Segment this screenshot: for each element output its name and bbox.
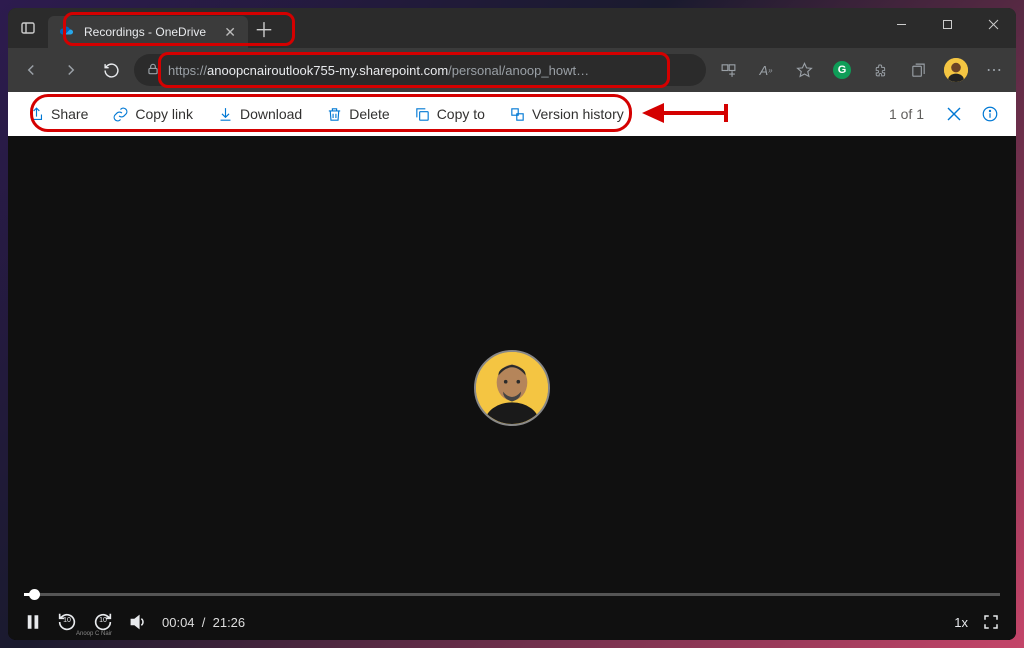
pause-button[interactable] [24, 613, 42, 631]
lock-icon [146, 62, 160, 79]
tab-actions-icon[interactable] [8, 20, 48, 36]
minimize-button[interactable] [878, 8, 924, 40]
window-controls [878, 8, 1016, 40]
more-menu-icon[interactable]: ⋯ [978, 54, 1010, 86]
copy-link-button[interactable]: Copy link [104, 100, 201, 129]
playback-speed[interactable]: 1x [954, 615, 968, 630]
favorite-icon[interactable] [788, 54, 820, 86]
skip-back-button[interactable]: 10 [56, 611, 78, 633]
info-button[interactable] [976, 100, 1004, 128]
url-input[interactable]: https://anoopcnairoutlook755-my.sharepoi… [134, 54, 706, 86]
new-tab-button[interactable]: ＋ [248, 14, 280, 43]
version-history-button[interactable]: Version history [501, 100, 632, 129]
file-toolbar: Share Copy link Download Delete Copy to … [8, 92, 1016, 136]
grammarly-icon[interactable]: G [826, 54, 858, 86]
collections-icon[interactable] [902, 54, 934, 86]
tab-title: Recordings - OneDrive [84, 25, 216, 39]
speaker-name-label: Anoop C Nair [76, 631, 112, 637]
back-button[interactable] [14, 53, 48, 87]
profile-avatar[interactable] [940, 54, 972, 86]
content-area: Share Copy link Download Delete Copy to … [8, 92, 1016, 640]
copy-icon [414, 106, 431, 123]
maximize-button[interactable] [924, 8, 970, 40]
browser-window: Recordings - OneDrive ✕ ＋ https://anoopc… [8, 8, 1016, 640]
url-text: https://anoopcnairoutlook755-my.sharepoi… [168, 63, 694, 78]
link-icon [112, 106, 129, 123]
extensions-icon[interactable] [864, 54, 896, 86]
download-button[interactable]: Download [209, 100, 310, 129]
time-display: 00:04 / 21:26 [162, 615, 245, 630]
delete-button[interactable]: Delete [318, 100, 397, 129]
copy-to-button[interactable]: Copy to [406, 100, 493, 129]
skip-forward-button[interactable]: 10 [92, 611, 114, 633]
tab-close-icon[interactable]: ✕ [224, 24, 236, 41]
app-install-icon[interactable] [712, 54, 744, 86]
title-bar: Recordings - OneDrive ✕ ＋ [8, 8, 1016, 48]
close-viewer-button[interactable] [940, 100, 968, 128]
speaker-avatar [474, 350, 550, 426]
share-icon [28, 106, 45, 123]
trash-icon [326, 106, 343, 123]
video-viewport[interactable]: 10 10 00:04 / 21:26 1x [8, 136, 1016, 640]
read-aloud-icon[interactable]: A» [750, 54, 782, 86]
active-tab[interactable]: Recordings - OneDrive ✕ [48, 16, 248, 48]
player-controls: 10 10 00:04 / 21:26 1x [8, 584, 1016, 640]
download-icon [217, 106, 234, 123]
volume-button[interactable] [128, 612, 148, 632]
item-counter: 1 of 1 [889, 106, 924, 122]
forward-button[interactable] [54, 53, 88, 87]
onedrive-icon [60, 22, 76, 43]
history-icon [509, 106, 526, 123]
fullscreen-button[interactable] [982, 613, 1000, 631]
progress-thumb[interactable] [29, 589, 40, 600]
refresh-button[interactable] [94, 53, 128, 87]
progress-bar[interactable] [24, 593, 1000, 596]
address-bar: https://anoopcnairoutlook755-my.sharepoi… [8, 48, 1016, 92]
window-close-button[interactable] [970, 8, 1016, 40]
share-button[interactable]: Share [20, 100, 96, 129]
